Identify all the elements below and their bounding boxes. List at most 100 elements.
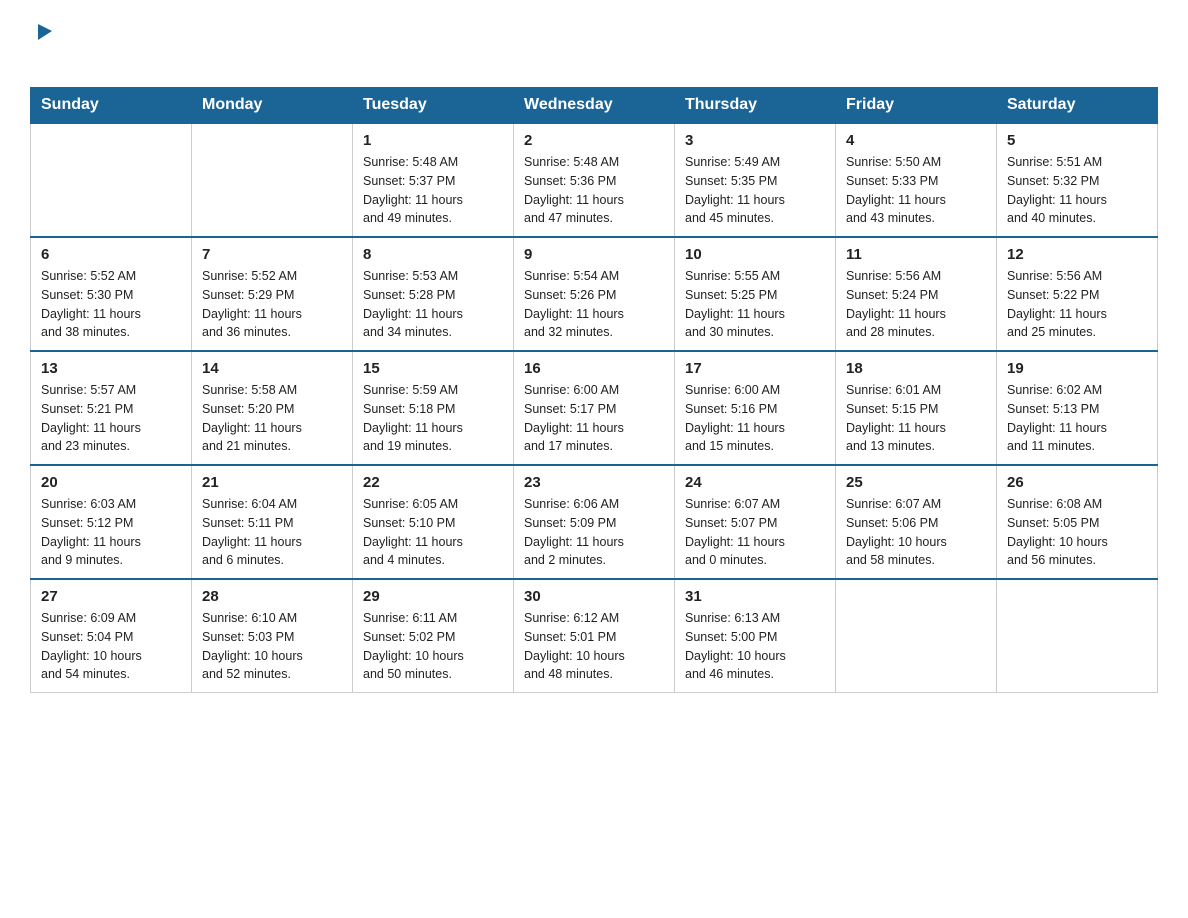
calendar-day-cell — [31, 123, 192, 237]
calendar-body: 1 Sunrise: 5:48 AM Sunset: 5:37 PM Daylig… — [31, 123, 1158, 693]
day-number: 26 — [1007, 474, 1147, 491]
day-of-week-header: Monday — [192, 88, 353, 124]
day-info: Sunrise: 6:11 AM Sunset: 5:02 PM Dayligh… — [363, 609, 503, 684]
day-info: Sunrise: 6:01 AM Sunset: 5:15 PM Dayligh… — [846, 381, 986, 456]
logo — [30, 20, 58, 69]
day-number: 7 — [202, 246, 342, 263]
day-number: 1 — [363, 132, 503, 149]
day-info: Sunrise: 6:12 AM Sunset: 5:01 PM Dayligh… — [524, 609, 664, 684]
day-number: 6 — [41, 246, 181, 263]
day-info: Sunrise: 6:07 AM Sunset: 5:06 PM Dayligh… — [846, 495, 986, 570]
calendar-day-cell: 23 Sunrise: 6:06 AM Sunset: 5:09 PM Dayli… — [514, 465, 675, 579]
day-number: 14 — [202, 360, 342, 377]
calendar-day-cell: 12 Sunrise: 5:56 AM Sunset: 5:22 PM Dayli… — [997, 237, 1158, 351]
day-number: 18 — [846, 360, 986, 377]
calendar-day-cell: 17 Sunrise: 6:00 AM Sunset: 5:16 PM Dayli… — [675, 351, 836, 465]
calendar-day-cell: 16 Sunrise: 6:00 AM Sunset: 5:17 PM Dayli… — [514, 351, 675, 465]
day-number: 5 — [1007, 132, 1147, 149]
day-number: 24 — [685, 474, 825, 491]
day-number: 13 — [41, 360, 181, 377]
day-number: 8 — [363, 246, 503, 263]
day-number: 28 — [202, 588, 342, 605]
day-of-week-header: Saturday — [997, 88, 1158, 124]
calendar-week-row: 27 Sunrise: 6:09 AM Sunset: 5:04 PM Dayli… — [31, 579, 1158, 693]
day-info: Sunrise: 5:54 AM Sunset: 5:26 PM Dayligh… — [524, 267, 664, 342]
day-info: Sunrise: 5:56 AM Sunset: 5:22 PM Dayligh… — [1007, 267, 1147, 342]
calendar-day-cell: 24 Sunrise: 6:07 AM Sunset: 5:07 PM Dayli… — [675, 465, 836, 579]
calendar-header: SundayMondayTuesdayWednesdayThursdayFrid… — [31, 88, 1158, 124]
calendar-day-cell: 30 Sunrise: 6:12 AM Sunset: 5:01 PM Dayli… — [514, 579, 675, 693]
day-of-week-header: Friday — [836, 88, 997, 124]
day-number: 23 — [524, 474, 664, 491]
day-info: Sunrise: 6:00 AM Sunset: 5:17 PM Dayligh… — [524, 381, 664, 456]
day-number: 3 — [685, 132, 825, 149]
day-of-week-header: Wednesday — [514, 88, 675, 124]
day-info: Sunrise: 5:48 AM Sunset: 5:37 PM Dayligh… — [363, 153, 503, 228]
calendar-day-cell: 7Sunrise: 5:52 AM Sunset: 5:29 PM Daylig… — [192, 237, 353, 351]
day-of-week-header: Sunday — [31, 88, 192, 124]
calendar-day-cell: 11 Sunrise: 5:56 AM Sunset: 5:24 PM Dayli… — [836, 237, 997, 351]
day-info: Sunrise: 5:56 AM Sunset: 5:24 PM Dayligh… — [846, 267, 986, 342]
day-number: 12 — [1007, 246, 1147, 263]
day-number: 11 — [846, 246, 986, 263]
day-number: 31 — [685, 588, 825, 605]
calendar-day-cell: 28Sunrise: 6:10 AM Sunset: 5:03 PM Dayli… — [192, 579, 353, 693]
day-number: 20 — [41, 474, 181, 491]
calendar-day-cell: 14 Sunrise: 5:58 AM Sunset: 5:20 PM Dayli… — [192, 351, 353, 465]
day-info: Sunrise: 5:58 AM Sunset: 5:20 PM Dayligh… — [202, 381, 342, 456]
calendar-day-cell: 15Sunrise: 5:59 AM Sunset: 5:18 PM Dayli… — [353, 351, 514, 465]
day-info: Sunrise: 5:59 AM Sunset: 5:18 PM Dayligh… — [363, 381, 503, 456]
day-info: Sunrise: 6:07 AM Sunset: 5:07 PM Dayligh… — [685, 495, 825, 570]
day-number: 21 — [202, 474, 342, 491]
day-info: Sunrise: 5:52 AM Sunset: 5:30 PM Dayligh… — [41, 267, 181, 342]
day-of-week-header: Tuesday — [353, 88, 514, 124]
calendar-day-cell: 1 Sunrise: 5:48 AM Sunset: 5:37 PM Daylig… — [353, 123, 514, 237]
day-number: 22 — [363, 474, 503, 491]
day-number: 27 — [41, 588, 181, 605]
calendar-day-cell: 31 Sunrise: 6:13 AM Sunset: 5:00 PM Dayli… — [675, 579, 836, 693]
day-info: Sunrise: 5:55 AM Sunset: 5:25 PM Dayligh… — [685, 267, 825, 342]
day-info: Sunrise: 5:51 AM Sunset: 5:32 PM Dayligh… — [1007, 153, 1147, 228]
calendar-day-cell: 10 Sunrise: 5:55 AM Sunset: 5:25 PM Dayli… — [675, 237, 836, 351]
calendar-day-cell: 6 Sunrise: 5:52 AM Sunset: 5:30 PM Daylig… — [31, 237, 192, 351]
calendar-day-cell — [192, 123, 353, 237]
day-of-week-header: Thursday — [675, 88, 836, 124]
day-number: 29 — [363, 588, 503, 605]
header — [30, 20, 1158, 69]
day-number: 16 — [524, 360, 664, 377]
day-number: 25 — [846, 474, 986, 491]
day-number: 17 — [685, 360, 825, 377]
calendar-day-cell: 29 Sunrise: 6:11 AM Sunset: 5:02 PM Dayli… — [353, 579, 514, 693]
day-info: Sunrise: 6:05 AM Sunset: 5:10 PM Dayligh… — [363, 495, 503, 570]
calendar-day-cell: 20Sunrise: 6:03 AM Sunset: 5:12 PM Dayli… — [31, 465, 192, 579]
day-info: Sunrise: 5:48 AM Sunset: 5:36 PM Dayligh… — [524, 153, 664, 228]
day-info: Sunrise: 6:06 AM Sunset: 5:09 PM Dayligh… — [524, 495, 664, 570]
calendar-day-cell: 3 Sunrise: 5:49 AM Sunset: 5:35 PM Daylig… — [675, 123, 836, 237]
day-number: 10 — [685, 246, 825, 263]
day-number: 2 — [524, 132, 664, 149]
day-info: Sunrise: 6:09 AM Sunset: 5:04 PM Dayligh… — [41, 609, 181, 684]
calendar-day-cell: 2 Sunrise: 5:48 AM Sunset: 5:36 PM Daylig… — [514, 123, 675, 237]
day-number: 19 — [1007, 360, 1147, 377]
calendar-day-cell: 4 Sunrise: 5:50 AM Sunset: 5:33 PM Daylig… — [836, 123, 997, 237]
calendar-week-row: 1 Sunrise: 5:48 AM Sunset: 5:37 PM Daylig… — [31, 123, 1158, 237]
day-info: Sunrise: 5:49 AM Sunset: 5:35 PM Dayligh… — [685, 153, 825, 228]
calendar-day-cell: 21Sunrise: 6:04 AM Sunset: 5:11 PM Dayli… — [192, 465, 353, 579]
day-number: 30 — [524, 588, 664, 605]
day-info: Sunrise: 6:00 AM Sunset: 5:16 PM Dayligh… — [685, 381, 825, 456]
day-info: Sunrise: 6:08 AM Sunset: 5:05 PM Dayligh… — [1007, 495, 1147, 570]
calendar-day-cell: 27 Sunrise: 6:09 AM Sunset: 5:04 PM Dayli… — [31, 579, 192, 693]
day-info: Sunrise: 6:13 AM Sunset: 5:00 PM Dayligh… — [685, 609, 825, 684]
calendar-week-row: 20Sunrise: 6:03 AM Sunset: 5:12 PM Dayli… — [31, 465, 1158, 579]
calendar-day-cell: 5 Sunrise: 5:51 AM Sunset: 5:32 PM Daylig… — [997, 123, 1158, 237]
days-of-week-row: SundayMondayTuesdayWednesdayThursdayFrid… — [31, 88, 1158, 124]
calendar-day-cell: 9Sunrise: 5:54 AM Sunset: 5:26 PM Daylig… — [514, 237, 675, 351]
calendar-day-cell: 19Sunrise: 6:02 AM Sunset: 5:13 PM Dayli… — [997, 351, 1158, 465]
day-info: Sunrise: 5:50 AM Sunset: 5:33 PM Dayligh… — [846, 153, 986, 228]
calendar-day-cell: 26 Sunrise: 6:08 AM Sunset: 5:05 PM Dayli… — [997, 465, 1158, 579]
calendar-day-cell: 8Sunrise: 5:53 AM Sunset: 5:28 PM Daylig… — [353, 237, 514, 351]
calendar-day-cell: 25 Sunrise: 6:07 AM Sunset: 5:06 PM Dayli… — [836, 465, 997, 579]
calendar-day-cell: 22 Sunrise: 6:05 AM Sunset: 5:10 PM Dayli… — [353, 465, 514, 579]
calendar-day-cell — [997, 579, 1158, 693]
day-number: 4 — [846, 132, 986, 149]
